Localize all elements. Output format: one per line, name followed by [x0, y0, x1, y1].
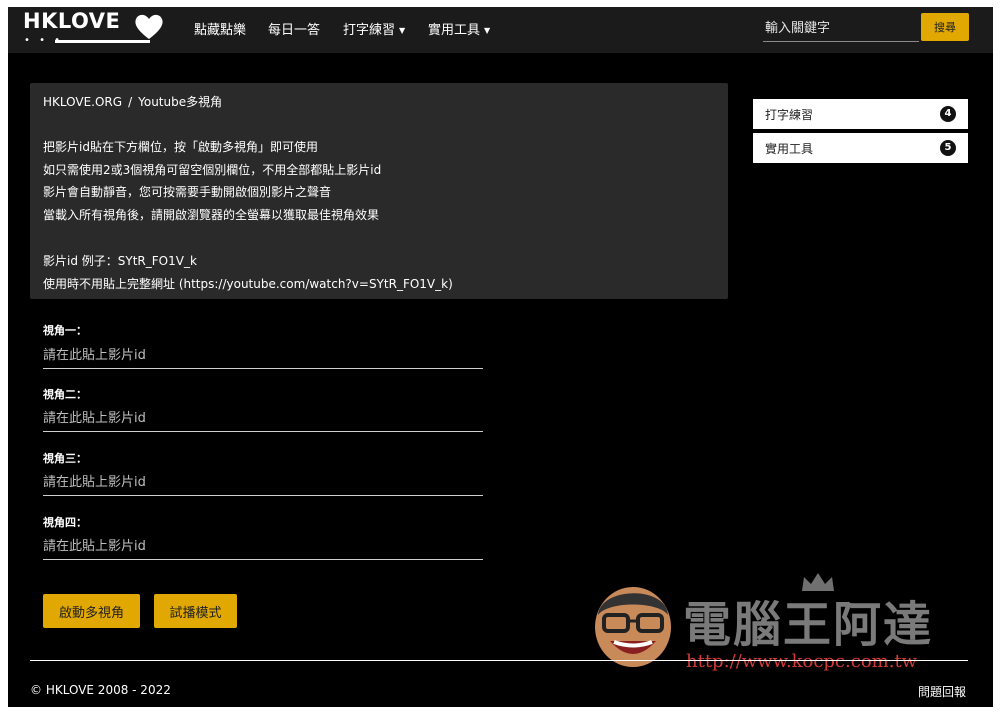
view-2-input[interactable]: [43, 405, 483, 432]
instruction-line: 當載入所有視角後，請開啟瀏覽器的全螢幕以獲取最佳視角效果: [43, 208, 380, 222]
sidebar-item-typing[interactable]: 打字練習 4: [753, 99, 968, 129]
instruction-line: 如只需使用2或3個視角可留空個別欄位，不用全部都貼上影片id: [43, 163, 382, 177]
sidebar-item-label: 實用工具: [765, 142, 814, 156]
caret-down-icon: ▼: [399, 26, 406, 35]
view-4-label: 視角四：: [43, 516, 87, 529]
breadcrumb-current: Youtube多視角: [138, 95, 223, 109]
brand-name: HKLOVE: [23, 9, 121, 33]
page-frame: HKLOVE • • • 點藏點樂 每日一答 打字練習▼ 實用工具▼ 搜尋 HK…: [8, 7, 993, 707]
example-url-line: 使用時不用貼上完整網址 (https://youtube.com/watch?v…: [43, 277, 453, 291]
view-3-label: 視角三：: [43, 452, 87, 465]
info-panel: HKLOVE.ORG / Youtube多視角 把影片id貼在下方欄位，按「啟動多視…: [30, 83, 728, 299]
nav-item-typing-label: 打字練習: [343, 23, 396, 38]
view-2-label: 視角二：: [43, 388, 87, 401]
footer-divider: [30, 660, 968, 661]
nav-item-daily-quiz[interactable]: 每日一答: [268, 19, 320, 38]
footer-copyright: © HKLOVE 2008 - 2022: [30, 683, 171, 697]
breadcrumb-separator: /: [128, 95, 133, 109]
breadcrumb: HKLOVE.ORG / Youtube多視角: [43, 93, 222, 110]
view-4-input[interactable]: [43, 533, 483, 560]
brand-logo[interactable]: HKLOVE • • •: [23, 9, 163, 49]
trial-mode-button[interactable]: 試播模式: [154, 594, 237, 628]
start-multiview-button[interactable]: 啟動多視角: [43, 594, 140, 628]
sidebar-item-label: 打字練習: [765, 108, 814, 122]
search-button[interactable]: 搜尋: [921, 13, 969, 41]
report-issue-link[interactable]: 問題回報: [918, 683, 966, 700]
nav-item-tools-label: 實用工具: [428, 23, 481, 38]
nav-item-tools[interactable]: 實用工具 ▼: [428, 19, 490, 38]
top-navbar: HKLOVE • • • 點藏點樂 每日一答 打字練習▼ 實用工具▼ 搜尋: [8, 7, 993, 53]
view-3-input[interactable]: [43, 469, 483, 496]
heart-icon: [135, 14, 163, 39]
watermark-title: 電腦王阿達: [683, 597, 934, 653]
sidebar-item-tools[interactable]: 實用工具 5: [753, 133, 968, 163]
nav-item-favorites[interactable]: 點藏點樂: [194, 19, 246, 38]
view-1-label: 視角一：: [43, 324, 87, 337]
nav-item-typing[interactable]: 打字練習 ▼: [343, 19, 405, 38]
caret-down-icon: ▼: [484, 26, 491, 35]
search-input[interactable]: [763, 15, 919, 42]
count-badge: 5: [940, 140, 956, 156]
instruction-line: 把影片id貼在下方欄位，按「啟動多視角」即可使用: [43, 140, 318, 154]
mascot-face-icon: [595, 587, 671, 667]
count-badge: 4: [940, 106, 956, 122]
watermark-url: http://www.kocpc.com.tw: [686, 651, 918, 672]
example-id-line: 影片id 例子：SYtR_FO1V_k: [43, 254, 197, 268]
view-1-input[interactable]: [43, 342, 483, 369]
breadcrumb-home[interactable]: HKLOVE.ORG: [43, 95, 122, 109]
instruction-line: 影片會自動靜音，您可按需要手動開啟個別影片之聲音: [43, 185, 332, 199]
